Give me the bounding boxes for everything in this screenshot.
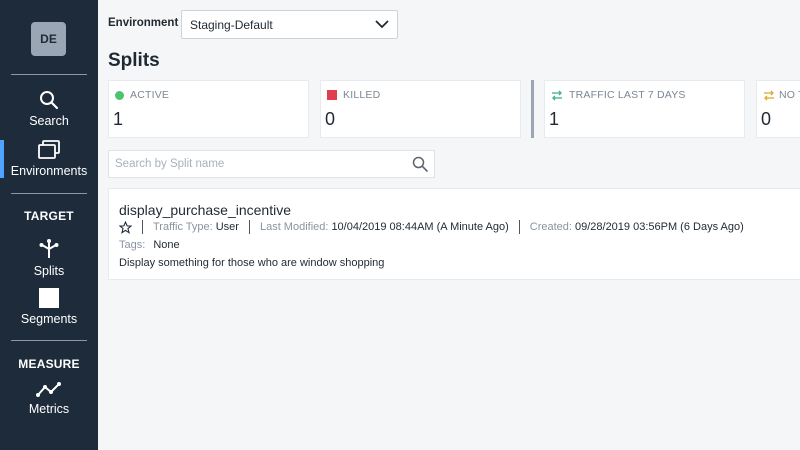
stat-label: ACTIVE bbox=[130, 89, 170, 101]
last-modified-label: Last Modified: bbox=[259, 221, 329, 233]
stat-label: TRAFFIC LAST 7 DAYS bbox=[569, 89, 686, 101]
environment-select[interactable]: Staging-Default bbox=[181, 10, 398, 39]
active-status-icon bbox=[115, 90, 124, 100]
stat-label: KILLED bbox=[343, 89, 381, 101]
tags-value: None bbox=[153, 239, 180, 251]
stat-card-traffic[interactable]: TRAFFIC LAST 7 DAYS 1 bbox=[544, 80, 745, 138]
stats-divider bbox=[531, 80, 534, 138]
sidebar-item-label: Metrics bbox=[28, 402, 70, 416]
created-value: 09/28/2019 03:56PM (6 Days Ago) bbox=[574, 221, 744, 233]
traffic-type-label: Traffic Type: bbox=[153, 221, 213, 233]
traffic-type-value: User bbox=[215, 221, 239, 233]
split-description: Display something for those who are wind… bbox=[119, 257, 385, 269]
swap-arrows-icon bbox=[763, 90, 775, 101]
tags-label: Tags: bbox=[119, 239, 146, 251]
sidebar-divider bbox=[11, 74, 87, 75]
stat-value: 0 bbox=[761, 109, 772, 129]
split-metadata: Traffic Type: User Last Modified: 10/04/… bbox=[119, 220, 744, 234]
sidebar-item-label: Splits bbox=[33, 264, 65, 278]
stat-label: NO T bbox=[779, 89, 800, 101]
page-title: Splits bbox=[108, 50, 160, 71]
split-name[interactable]: display_purchase_incentive bbox=[119, 202, 291, 218]
created-label: Created: bbox=[529, 221, 572, 233]
sidebar-item-label: Segments bbox=[20, 312, 78, 326]
environments-icon bbox=[38, 140, 60, 160]
search-icon bbox=[39, 90, 59, 110]
stat-value: 0 bbox=[325, 109, 336, 129]
main-content: Environment Staging-Default Splits ACTIV… bbox=[98, 0, 800, 450]
search-icon[interactable] bbox=[412, 156, 428, 172]
last-modified-value: 10/04/2019 08:44AM (A Minute Ago) bbox=[331, 221, 509, 233]
sidebar-item-search[interactable]: Search bbox=[0, 90, 98, 128]
stat-value: 1 bbox=[549, 109, 560, 129]
sidebar: DE Search Environments TARGET Splits Seg… bbox=[0, 0, 98, 450]
meta-separator bbox=[518, 220, 520, 234]
meta-separator bbox=[142, 220, 143, 234]
environment-label: Environment bbox=[108, 17, 179, 29]
sidebar-item-splits[interactable]: Splits bbox=[0, 238, 98, 278]
stat-value: 1 bbox=[113, 109, 124, 129]
split-row[interactable]: display_purchase_incentive Traffic Type:… bbox=[108, 188, 800, 280]
split-tags: Tags: None bbox=[119, 239, 180, 251]
section-heading-target: TARGET bbox=[24, 209, 74, 223]
stat-card-no-traffic[interactable]: NO T 0 bbox=[756, 80, 800, 138]
sidebar-divider bbox=[11, 193, 87, 194]
stat-card-active[interactable]: ACTIVE 1 bbox=[108, 80, 309, 138]
swap-arrows-icon bbox=[551, 90, 563, 101]
sidebar-item-label: Environments bbox=[10, 164, 88, 178]
chevron-down-icon bbox=[375, 20, 389, 29]
segments-icon bbox=[39, 288, 59, 308]
sidebar-divider bbox=[11, 340, 87, 341]
meta-separator bbox=[248, 220, 250, 234]
environment-selected-value: Staging-Default bbox=[190, 17, 273, 32]
search-input[interactable] bbox=[115, 158, 412, 170]
sidebar-item-segments[interactable]: Segments bbox=[0, 288, 98, 326]
sidebar-item-metrics[interactable]: Metrics bbox=[0, 382, 98, 416]
star-icon[interactable] bbox=[119, 220, 132, 234]
killed-status-icon bbox=[327, 90, 337, 100]
stat-card-killed[interactable]: KILLED 0 bbox=[320, 80, 521, 138]
avatar[interactable]: DE bbox=[31, 22, 66, 56]
section-heading-measure: MEASURE bbox=[18, 357, 80, 371]
splits-icon bbox=[38, 238, 60, 260]
sidebar-item-label: Search bbox=[29, 114, 69, 128]
split-search-box bbox=[108, 150, 435, 178]
metrics-icon bbox=[36, 382, 62, 398]
sidebar-item-environments[interactable]: Environments bbox=[0, 140, 98, 178]
